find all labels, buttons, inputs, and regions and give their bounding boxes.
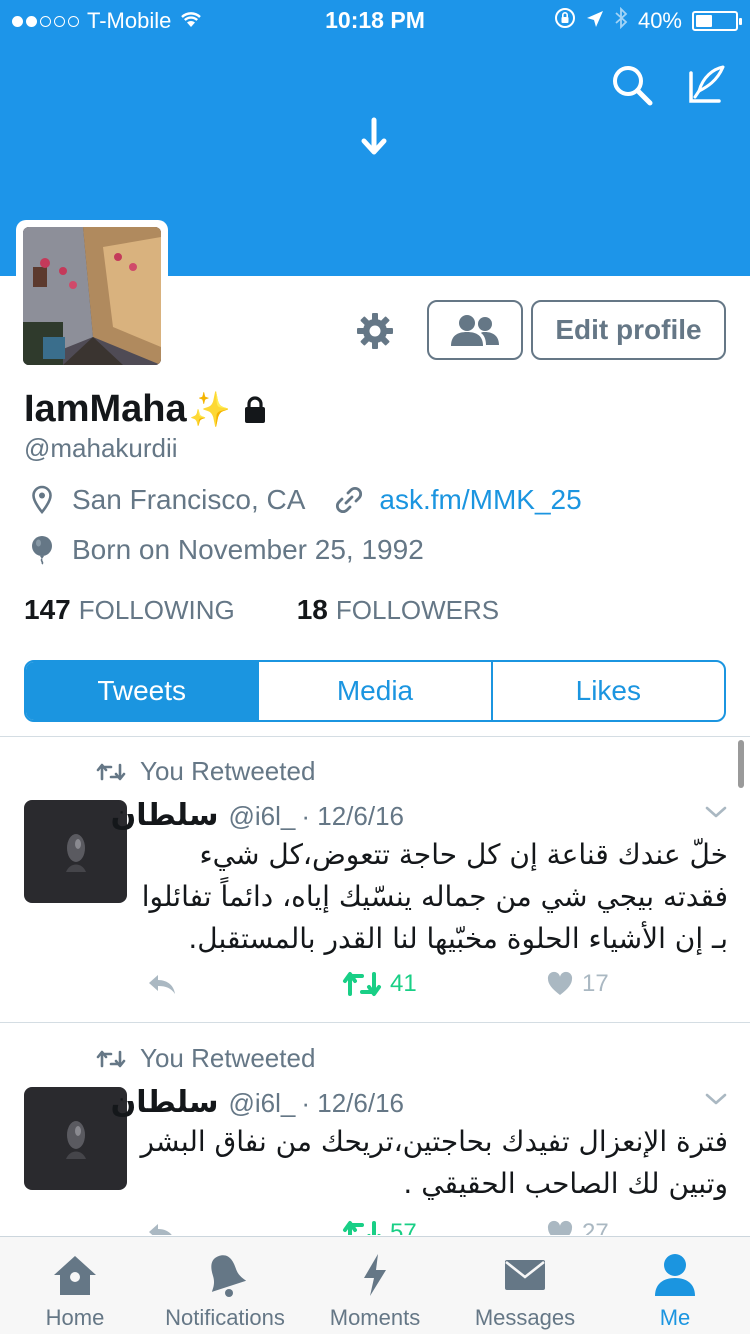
tabbar-messages-label: Messages (474, 1305, 576, 1330)
tweet-text: فترة الإنعزال تفيدك بحاجتين،تريحك من نفا… (140, 1125, 728, 1200)
tweet-author-handle: @i6l_ (228, 1088, 296, 1118)
tab-likes[interactable]: Likes (490, 662, 724, 720)
battery-percent: 40% (637, 8, 682, 33)
chevron-down-icon[interactable] (704, 1091, 728, 1112)
followers-label: FOLLOWERS (335, 595, 500, 625)
avatar-image (23, 227, 161, 365)
tweet-author-name[interactable]: سلطان (111, 798, 219, 833)
profile-name-row: IamMaha ✨ (24, 388, 267, 431)
status-bar: T-Mobile 10:18 PM 40% (0, 0, 750, 40)
profile-tabs: Tweets Media Likes (24, 660, 726, 722)
tab-media[interactable]: Media (257, 662, 490, 720)
balloon-icon (24, 532, 60, 568)
tweet-date: · 12/6/16 (301, 1088, 404, 1118)
like-button[interactable]: 17 (546, 970, 609, 998)
profile-location: San Francisco, CA (72, 484, 306, 515)
tabbar-me-label: Me (659, 1305, 691, 1330)
tweet-header: سلطان @i6l_ · 12/6/16 (111, 1085, 404, 1120)
retweet-count: 57 (390, 1219, 417, 1235)
profile-birthday: Born on November 25, 1992 (72, 534, 424, 565)
search-icon[interactable] (606, 60, 658, 110)
bluetooth-icon (614, 6, 628, 35)
status-right: 40% (554, 6, 742, 35)
retweet-count: 41 (390, 970, 417, 997)
tweet-text: خلّ عندك قناعة إن كل حاجة تتعوض،كل شيء ف… (141, 838, 728, 955)
sparkles-emoji: ✨ (188, 390, 231, 429)
following-count: 147 (24, 594, 71, 625)
tweet-author-handle: @i6l_ (228, 801, 296, 831)
heart-icon (547, 1220, 573, 1235)
home-icon (51, 1251, 99, 1299)
settings-gear-button[interactable] (352, 308, 398, 354)
compose-icon[interactable] (680, 58, 732, 110)
follow-counts: 147 FOLLOWING 18 FOLLOWERS (24, 594, 499, 626)
following-count-link[interactable]: 147 FOLLOWING (24, 594, 235, 626)
profile-avatar[interactable] (16, 220, 168, 372)
bottom-tab-bar: Home Notifications Moments Messages Me (0, 1236, 750, 1334)
tweet-actions: 41 17 (0, 966, 750, 1006)
tweet-actions: 57 27 (0, 1215, 750, 1235)
tweet-date: · 12/6/16 (301, 801, 404, 831)
person-icon (653, 1251, 697, 1299)
followers-count-link[interactable]: 18 FOLLOWERS (297, 594, 499, 626)
profile-birthday-row: Born on November 25, 1992 (24, 532, 424, 568)
people-icon (451, 315, 499, 346)
tabbar-notifications-label: Notifications (165, 1305, 285, 1330)
location-arrow-icon (586, 8, 604, 34)
tabbar-home-label: Home (45, 1305, 105, 1330)
retweet-context-label: You Retweeted (140, 756, 316, 786)
lock-icon (243, 395, 267, 424)
retweet-icon (343, 972, 381, 996)
arrow-down-icon (358, 114, 390, 160)
tweet-author-name[interactable]: سلطان (111, 1085, 219, 1120)
profile-website-link[interactable]: ask.fm/MMK_25 (379, 484, 581, 516)
like-count: 17 (582, 970, 609, 997)
retweet-context: You Retweeted (96, 1043, 315, 1074)
link-icon (331, 482, 367, 518)
tabbar-me[interactable]: Me (600, 1237, 750, 1334)
tabbar-messages[interactable]: Messages (450, 1237, 600, 1334)
profile-handle: @mahakurdii (24, 433, 178, 463)
tabbar-moments-label: Moments (329, 1305, 421, 1330)
retweet-icon (343, 1221, 381, 1235)
lightning-icon (360, 1251, 390, 1299)
tabbar-notifications[interactable]: Notifications (150, 1237, 300, 1334)
reply-button[interactable] (146, 972, 178, 996)
retweet-small-icon (96, 1047, 128, 1071)
location-pin-icon (24, 482, 60, 518)
tweet-item[interactable]: You Retweeted سلطان @i6l_ · 12/6/16 فترة… (0, 1023, 750, 1235)
chevron-down-icon[interactable] (704, 804, 728, 825)
retweet-small-icon (96, 760, 128, 784)
retweet-button[interactable]: 41 (342, 970, 417, 998)
tab-tweets[interactable]: Tweets (26, 662, 258, 720)
gear-icon (357, 313, 393, 349)
retweet-button[interactable]: 57 (342, 1219, 417, 1235)
edit-profile-button[interactable]: Edit profile (531, 300, 726, 360)
like-count: 27 (582, 1219, 609, 1235)
envelope-icon (504, 1251, 546, 1299)
reply-icon (149, 1224, 172, 1235)
follow-requests-button[interactable] (427, 300, 523, 360)
reply-icon (149, 975, 175, 994)
retweet-context: You Retweeted (96, 756, 315, 787)
rotation-lock-icon (554, 7, 576, 35)
reply-button[interactable] (146, 1221, 178, 1235)
retweet-context-label: You Retweeted (140, 1043, 316, 1073)
tabbar-moments[interactable]: Moments (300, 1237, 450, 1334)
tweet-header: سلطان @i6l_ · 12/6/16 (111, 798, 404, 833)
tabbar-home[interactable]: Home (0, 1237, 150, 1334)
following-label: FOLLOWING (78, 595, 235, 625)
profile-display-name: IamMaha (24, 388, 187, 430)
heart-icon (547, 971, 573, 995)
tweet-item[interactable]: You Retweeted سلطان @i6l_ · 12/6/16 خلّ … (0, 736, 750, 1022)
bell-icon (203, 1251, 247, 1299)
followers-count: 18 (296, 594, 328, 625)
profile-location-row: San Francisco, CA ask.fm/MMK_25 (24, 482, 582, 518)
battery-icon (692, 11, 742, 31)
like-button[interactable]: 27 (546, 1219, 609, 1235)
